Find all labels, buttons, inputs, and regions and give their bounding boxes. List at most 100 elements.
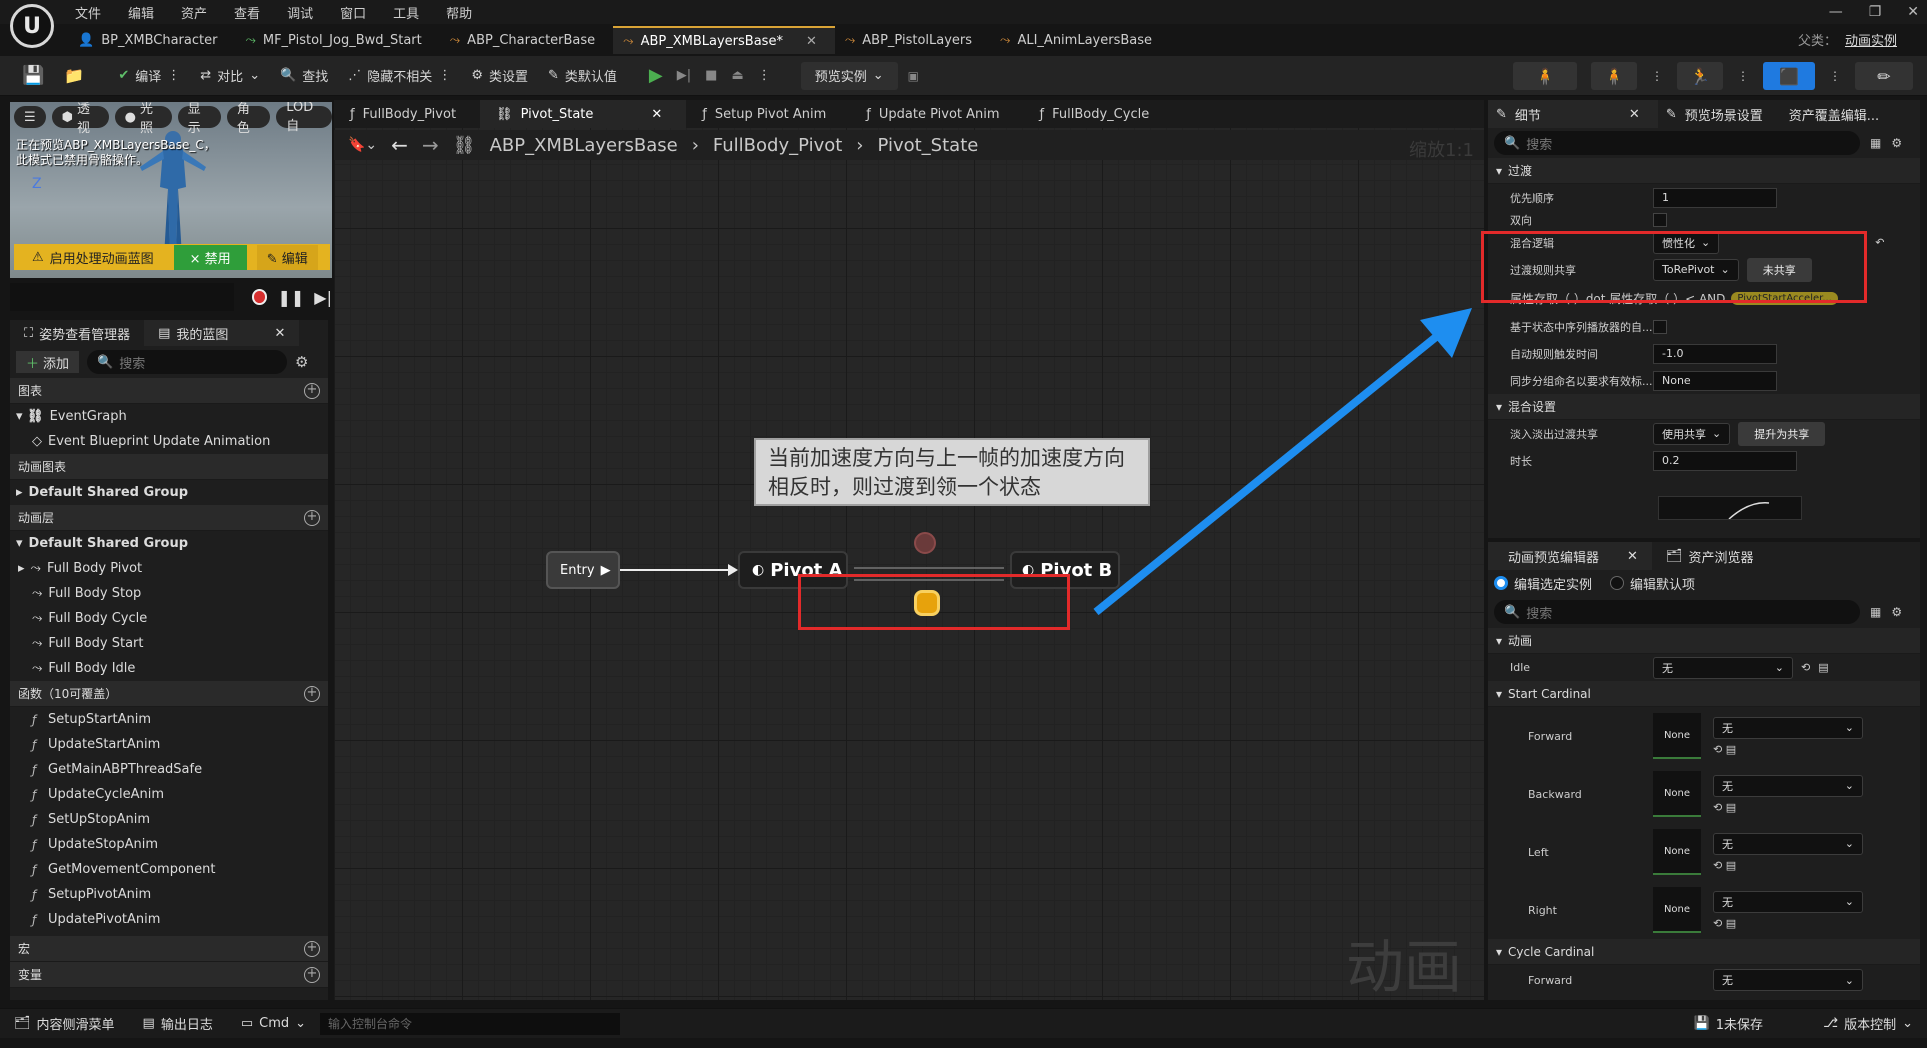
compile-button[interactable]: ✔ 编译 ⋮: [108, 56, 190, 96]
parent-class-link[interactable]: 动画实例: [1845, 30, 1897, 49]
gear-icon[interactable]: ⚙: [1891, 136, 1902, 150]
sync-group-input[interactable]: None: [1653, 370, 1777, 391]
anim-dropdown[interactable]: 无 ⌄: [1713, 969, 1863, 991]
animation-mode-icon[interactable]: 🏃: [1677, 62, 1723, 90]
use-selected-icon[interactable]: ⟲: [1801, 661, 1810, 674]
tab-my-blueprint[interactable]: ▤ 我的蓝图 ✕: [144, 320, 300, 346]
menu-file[interactable]: 文件: [75, 3, 116, 22]
more-icon[interactable]: ⋮: [1737, 69, 1749, 83]
class-defaults-button[interactable]: ✎ 类默认值: [538, 56, 627, 96]
content-drawer-button[interactable]: 🗂 内容侧滑菜单: [0, 1014, 129, 1033]
doc-tab-ali-animlayersbase[interactable]: ⤳ ALI_AnimLayersBase: [990, 26, 1170, 54]
section-variables[interactable]: 变量 +: [10, 962, 328, 988]
add-variable-icon[interactable]: +: [304, 966, 320, 983]
asset-actions-icon[interactable]: ⟲ ▤: [1713, 859, 1863, 872]
anim-dropdown[interactable]: 无 ⌄: [1713, 832, 1863, 855]
default-shared-group[interactable]: ▸ Default Shared Group: [10, 480, 328, 505]
tab-preview-scene[interactable]: ✎ 预览场景设置: [1658, 100, 1781, 128]
lod-button[interactable]: LOD自: [276, 102, 332, 134]
disable-button[interactable]: × 禁用: [173, 244, 247, 270]
event-update-item[interactable]: ◇ Event Blueprint Update Animation: [10, 429, 328, 454]
bookmark-icon[interactable]: 🔖⌄: [348, 137, 377, 153]
transition-rule-icon[interactable]: [914, 532, 936, 554]
record-icon[interactable]: [252, 289, 268, 305]
anim-dropdown[interactable]: 无 ⌄: [1713, 890, 1863, 913]
promote-shared-button[interactable]: 提升为共享: [1738, 421, 1826, 446]
tab-pivot-state[interactable]: ⛓ Pivot_State ✕: [480, 100, 687, 128]
menu-debug[interactable]: 调试: [287, 3, 328, 22]
eject-icon[interactable]: ⏏: [731, 68, 743, 83]
blueprint-mode-icon[interactable]: ⬛: [1763, 62, 1815, 90]
unreal-logo-icon[interactable]: U: [10, 4, 54, 48]
close-window-icon[interactable]: ✕: [1907, 4, 1919, 20]
section-transition[interactable]: ▾ 过渡: [1488, 158, 1920, 184]
tab-setup-pivot-anim[interactable]: ƒ Setup Pivot Anim: [686, 100, 850, 128]
default-shared-group[interactable]: ▾ Default Shared Group: [10, 531, 328, 556]
exec-pin-icon[interactable]: ▶: [601, 563, 611, 578]
section-blend-settings[interactable]: ▾ 混合设置: [1488, 394, 1920, 420]
anim-thumbnail[interactable]: None: [1653, 829, 1701, 875]
idle-dropdown[interactable]: 无 ⌄: [1653, 656, 1793, 679]
asset-actions-icon[interactable]: ⟲ ▤: [1713, 917, 1863, 930]
console-command-input[interactable]: 输入控制台命令: [320, 1012, 621, 1035]
close-tab-icon[interactable]: ✕: [1627, 549, 1638, 564]
class-settings-button[interactable]: ⚙ 类设置: [461, 56, 538, 96]
save-button[interactable]: 💾: [0, 56, 54, 96]
tab-asset-browser[interactable]: 🗂 资产浏览器: [1652, 542, 1768, 570]
tab-anim-preview-editor[interactable]: 动画预览编辑器 ✕: [1488, 542, 1652, 570]
anim-thumbnail[interactable]: None: [1653, 713, 1701, 759]
function-item[interactable]: ƒ UpdatePivotAnim: [10, 907, 328, 932]
blueprint-search-input[interactable]: 🔍 搜索: [87, 350, 288, 374]
state-based-checkbox[interactable]: [1653, 319, 1667, 334]
function-item[interactable]: ƒ UpdateCycleAnim: [10, 782, 328, 807]
more-icon[interactable]: ⋮: [758, 68, 771, 83]
minimize-icon[interactable]: —: [1829, 4, 1843, 20]
bidirectional-checkbox[interactable]: [1653, 213, 1667, 227]
auto-rule-time-input[interactable]: -1.0: [1653, 343, 1777, 364]
edit-defaults-radio[interactable]: 编辑默认项: [1610, 574, 1695, 593]
viewport-menu-button[interactable]: ☰: [14, 106, 46, 128]
play-icon[interactable]: ▶: [649, 65, 663, 86]
gear-icon[interactable]: ⚙: [1891, 605, 1902, 619]
doc-tab-bp-xmbcharacter[interactable]: 👤 BP_XMBCharacter: [68, 26, 235, 54]
show-button[interactable]: 显示: [177, 102, 221, 136]
priority-input[interactable]: 1: [1653, 187, 1777, 208]
add-function-icon[interactable]: +: [304, 685, 320, 702]
section-macros[interactable]: 宏 +: [10, 936, 328, 962]
close-tab-icon[interactable]: ✕: [806, 34, 817, 49]
more-icon[interactable]: ⋮: [1829, 69, 1841, 83]
breadcrumb-item[interactable]: ABP_XMBLayersBase: [490, 135, 678, 156]
stop-icon[interactable]: ■: [705, 68, 717, 83]
anim-thumbnail[interactable]: None: [1653, 771, 1701, 817]
find-button[interactable]: 🔍 查找: [270, 56, 338, 96]
anim-dropdown[interactable]: 无 ⌄: [1713, 774, 1863, 797]
debug-filter-icon[interactable]: ▣: [908, 69, 919, 83]
step-icon[interactable]: ▶|: [677, 68, 691, 83]
more-icon[interactable]: ⋮: [167, 68, 180, 83]
restore-icon[interactable]: ❐: [1869, 4, 1882, 20]
section-cycle-cardinal[interactable]: ▾ Cycle Cardinal: [1488, 939, 1920, 965]
add-graph-icon[interactable]: +: [304, 382, 320, 399]
mesh-mode-icon[interactable]: 🧍: [1591, 62, 1637, 90]
layer-item[interactable]: ⤳ Full Body Idle: [10, 656, 328, 681]
asset-actions-icon[interactable]: ⟲ ▤: [1713, 743, 1863, 756]
character-button[interactable]: 角色: [226, 102, 271, 136]
function-item[interactable]: ƒ UpdateStopAnim: [10, 832, 328, 857]
section-anim-graphs[interactable]: 动画图表: [10, 454, 328, 480]
anim-thumbnail[interactable]: None: [1653, 887, 1701, 933]
function-item[interactable]: ƒ SetUpStopAnim: [10, 807, 328, 832]
details-search-input[interactable]: 🔍 搜索: [1494, 131, 1860, 155]
add-layer-icon[interactable]: +: [304, 509, 320, 526]
menu-window[interactable]: 窗口: [340, 3, 381, 22]
section-anim-layers[interactable]: 动画层 +: [10, 505, 328, 531]
menu-help[interactable]: 帮助: [446, 3, 487, 22]
doc-tab-abp-characterbase[interactable]: ⤳ ABP_CharacterBase: [440, 26, 613, 54]
function-item[interactable]: ƒ GetMovementComponent: [10, 857, 328, 882]
preview-instance-dropdown[interactable]: 预览实例 ⌄: [800, 61, 898, 90]
anim-dropdown[interactable]: 无 ⌄: [1713, 716, 1863, 739]
reset-icon[interactable]: ↶: [1875, 236, 1884, 249]
doc-tab-mf-pistol[interactable]: ⤳ MF_Pistol_Jog_Bwd_Start: [235, 26, 439, 54]
back-icon[interactable]: ←: [391, 133, 408, 157]
browse-asset-icon[interactable]: ▤: [1818, 661, 1828, 674]
more-icon[interactable]: ⋮: [438, 68, 451, 83]
